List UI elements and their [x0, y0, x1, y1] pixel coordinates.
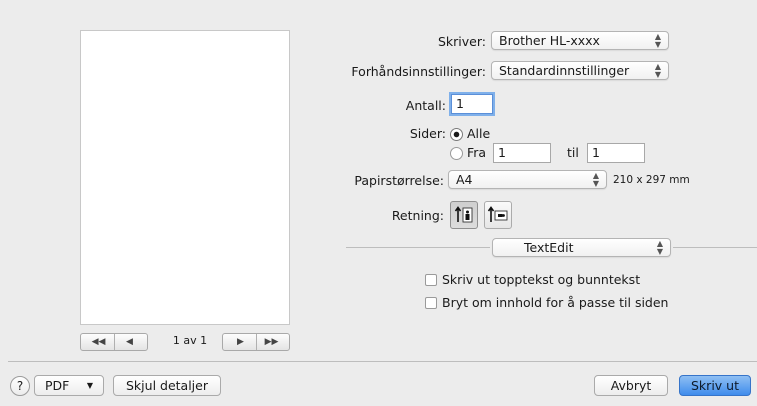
- printer-value: Brother HL-xxxx: [499, 33, 600, 48]
- header-footer-label: Skriv ut topptekst og bunntekst: [442, 272, 641, 287]
- copies-label: Antall:: [405, 98, 446, 113]
- presets-label: Forhåndsinnstillinger:: [351, 64, 486, 79]
- pages-all-label: Alle: [467, 126, 491, 141]
- print-preview-page: [80, 30, 290, 325]
- next-page-icon[interactable]: ▶: [226, 334, 256, 350]
- cancel-button[interactable]: Avbryt: [594, 375, 668, 396]
- hide-details-button[interactable]: Skjul detaljer: [113, 375, 221, 396]
- printer-label: Skriver:: [437, 34, 486, 49]
- rewrap-label: Bryt om innhold for å passe til siden: [442, 295, 669, 310]
- last-page-icon[interactable]: ▶▶: [257, 334, 287, 350]
- pages-range-radio[interactable]: [450, 147, 463, 160]
- previous-page-icon[interactable]: ◀: [115, 334, 145, 350]
- printer-popup[interactable]: Brother HL-xxxx ▲ ▼: [491, 31, 669, 50]
- landscape-orientation-icon: [487, 206, 508, 222]
- section-popup[interactable]: TextEdit ▲ ▼: [492, 238, 671, 257]
- pdf-label: PDF: [45, 378, 70, 393]
- popup-arrows-icon: ▲ ▼: [654, 31, 661, 49]
- pages-to-field[interactable]: 1: [587, 143, 645, 163]
- presets-popup[interactable]: Standardinnstillinger ▲ ▼: [491, 61, 669, 80]
- page-indicator: 1 av 1: [172, 334, 208, 347]
- section-divider-left: [346, 247, 490, 248]
- pages-to-label: til: [567, 145, 579, 160]
- paper-dimensions: 210 x 297 mm: [613, 174, 690, 186]
- footer-separator: [8, 361, 757, 362]
- section-popup-value: TextEdit: [524, 240, 574, 255]
- header-footer-checkbox[interactable]: [425, 274, 437, 286]
- presets-value: Standardinnstillinger: [499, 63, 630, 78]
- popup-arrows-icon: ▲ ▼: [656, 238, 663, 256]
- paper-size-value: A4: [456, 172, 473, 187]
- copies-field[interactable]: 1: [451, 94, 493, 114]
- orientation-label: Retning:: [391, 208, 444, 223]
- portrait-orientation-button[interactable]: [450, 201, 478, 229]
- help-button[interactable]: ?: [10, 376, 30, 396]
- preview-forward-buttons: ▶ ▶▶: [222, 333, 290, 351]
- paper-size-label: Papirstørrelse:: [354, 173, 444, 188]
- landscape-orientation-button[interactable]: [484, 201, 512, 229]
- pages-all-radio[interactable]: [450, 128, 463, 141]
- section-divider-right: [673, 247, 757, 248]
- pages-from-field[interactable]: 1: [493, 143, 551, 163]
- pdf-menu-button[interactable]: PDF ▼: [34, 375, 104, 396]
- rewrap-checkbox[interactable]: [425, 297, 437, 309]
- popup-arrows-icon: ▲ ▼: [592, 170, 599, 188]
- preview-back-buttons: ◀◀ ◀: [80, 333, 148, 351]
- popup-arrows-icon: ▲ ▼: [654, 61, 661, 79]
- print-button[interactable]: Skriv ut: [679, 375, 751, 396]
- chevron-down-icon: ▼: [86, 381, 93, 390]
- first-page-icon[interactable]: ◀◀: [84, 334, 114, 350]
- pages-from-label: Fra: [467, 145, 487, 160]
- paper-size-popup[interactable]: A4 ▲ ▼: [448, 170, 607, 189]
- pages-label: Sider:: [409, 126, 446, 141]
- portrait-orientation-icon: [454, 206, 473, 223]
